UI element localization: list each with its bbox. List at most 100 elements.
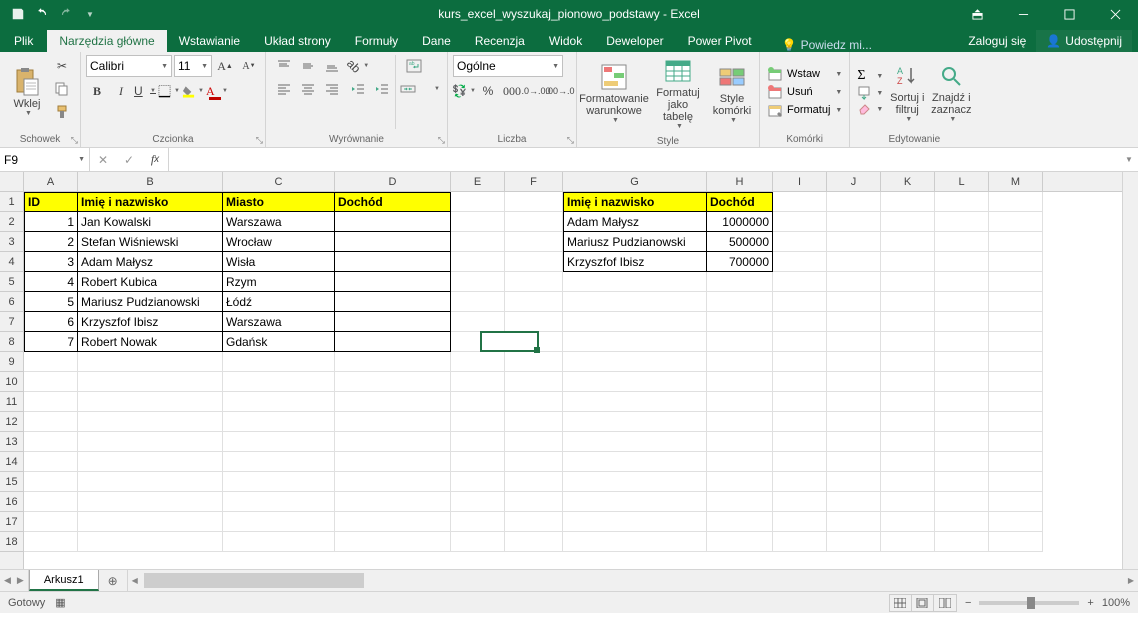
row-header[interactable]: 5 <box>0 272 23 292</box>
cell[interactable]: 1000000 <box>707 212 773 232</box>
cell[interactable] <box>881 232 935 252</box>
cell[interactable] <box>707 532 773 552</box>
expand-formula-bar-button[interactable]: ▼ <box>1120 148 1138 171</box>
row-header[interactable]: 3 <box>0 232 23 252</box>
cell[interactable] <box>881 192 935 212</box>
cell[interactable]: 3 <box>24 252 78 272</box>
cell[interactable] <box>24 412 78 432</box>
clear-button[interactable]: ▼ <box>857 102 883 116</box>
cell[interactable] <box>773 432 827 452</box>
cell[interactable] <box>451 232 505 252</box>
cell[interactable] <box>827 452 881 472</box>
cell[interactable] <box>827 472 881 492</box>
cell[interactable] <box>707 512 773 532</box>
cell[interactable] <box>24 512 78 532</box>
cell[interactable] <box>563 412 707 432</box>
cell[interactable] <box>451 192 505 212</box>
chevron-right-icon[interactable]: ▶ <box>17 575 24 586</box>
row-header[interactable]: 16 <box>0 492 23 512</box>
cell[interactable]: 7 <box>24 332 78 352</box>
cell[interactable] <box>223 452 335 472</box>
row-header[interactable]: 8 <box>0 332 23 352</box>
cell[interactable] <box>335 432 451 452</box>
cell[interactable] <box>935 452 989 472</box>
cell[interactable] <box>773 532 827 552</box>
decrease-decimal-button[interactable]: .00→.0 <box>549 80 571 102</box>
cell[interactable] <box>563 312 707 332</box>
cell[interactable] <box>24 492 78 512</box>
sign-in-link[interactable]: Zaloguj się <box>958 30 1036 52</box>
fill-button[interactable]: ▼ <box>857 86 883 100</box>
cell[interactable] <box>505 532 563 552</box>
cell[interactable]: 700000 <box>707 252 773 272</box>
cell[interactable] <box>707 352 773 372</box>
cell[interactable] <box>827 332 881 352</box>
copy-button[interactable] <box>51 78 73 100</box>
cell[interactable] <box>935 232 989 252</box>
close-icon[interactable] <box>1092 0 1138 28</box>
cell[interactable] <box>935 212 989 232</box>
dialog-launcher-icon[interactable]: ⤡ <box>256 135 263 146</box>
tab-view[interactable]: Widok <box>537 30 594 52</box>
horizontal-scrollbar[interactable]: ◀ ▶ <box>127 570 1138 591</box>
insert-function-button[interactable]: fx <box>142 148 168 172</box>
cell[interactable] <box>707 372 773 392</box>
cell[interactable] <box>773 292 827 312</box>
cell[interactable] <box>827 292 881 312</box>
cell[interactable] <box>935 352 989 372</box>
cell[interactable] <box>827 432 881 452</box>
cell[interactable]: Mariusz Pudzianowski <box>78 292 223 312</box>
cell[interactable] <box>451 352 505 372</box>
cell[interactable] <box>335 532 451 552</box>
row-header[interactable]: 14 <box>0 452 23 472</box>
align-left-button[interactable] <box>273 78 295 100</box>
cell[interactable] <box>989 212 1043 232</box>
cell[interactable] <box>78 432 223 452</box>
cell[interactable] <box>505 272 563 292</box>
number-format-combo[interactable]: Ogólne▼ <box>453 55 563 77</box>
column-header[interactable]: H <box>707 172 773 191</box>
sheet-tab-active[interactable]: Arkusz1 <box>29 570 99 591</box>
cell[interactable] <box>505 372 563 392</box>
cell[interactable] <box>989 512 1043 532</box>
cell[interactable] <box>989 352 1043 372</box>
cell[interactable] <box>935 372 989 392</box>
cell[interactable] <box>563 472 707 492</box>
cell[interactable] <box>707 392 773 412</box>
cell[interactable] <box>827 312 881 332</box>
column-header[interactable]: A <box>24 172 78 191</box>
align-center-button[interactable] <box>297 78 319 100</box>
cell[interactable] <box>78 352 223 372</box>
cell[interactable]: Adam Małysz <box>78 252 223 272</box>
cell[interactable] <box>827 512 881 532</box>
cell[interactable] <box>505 432 563 452</box>
cell[interactable] <box>505 232 563 252</box>
cell[interactable] <box>451 252 505 272</box>
tab-formulas[interactable]: Formuły <box>343 30 410 52</box>
cell[interactable]: Stefan Wiśniewski <box>78 232 223 252</box>
cell[interactable] <box>881 372 935 392</box>
bold-button[interactable]: B <box>86 80 108 102</box>
ribbon-options-icon[interactable] <box>954 0 1000 28</box>
cell[interactable] <box>989 472 1043 492</box>
cell[interactable] <box>935 332 989 352</box>
fill-handle[interactable] <box>534 347 540 353</box>
cell[interactable] <box>881 392 935 412</box>
cell[interactable] <box>773 332 827 352</box>
column-header[interactable]: I <box>773 172 827 191</box>
qat-customize-icon[interactable]: ▼ <box>78 0 102 28</box>
cell[interactable] <box>989 312 1043 332</box>
cell[interactable] <box>451 492 505 512</box>
cell[interactable]: 4 <box>24 272 78 292</box>
cell[interactable] <box>505 492 563 512</box>
cell[interactable] <box>24 352 78 372</box>
wrap-text-button[interactable]: ab <box>400 55 428 77</box>
format-cells-button[interactable]: Formatuj▼ <box>767 102 842 118</box>
cell[interactable] <box>223 412 335 432</box>
cell[interactable] <box>563 432 707 452</box>
cell[interactable] <box>78 452 223 472</box>
cell[interactable] <box>707 272 773 292</box>
cell[interactable] <box>773 372 827 392</box>
cell[interactable]: Dochód <box>335 192 451 212</box>
cell[interactable] <box>335 512 451 532</box>
